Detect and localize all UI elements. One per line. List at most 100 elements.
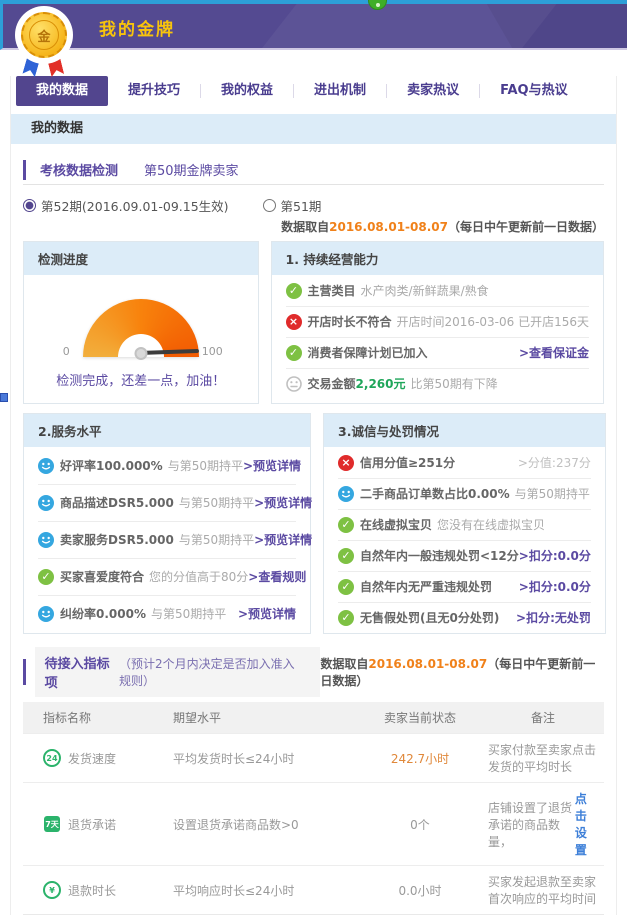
panel-row: 纠纷率0.000% 与第50期持平 >预览详情 — [24, 595, 310, 632]
deduction-points-link[interactable]: >扣分:无处罚 — [516, 609, 591, 626]
metric-expected: 平均发货时长≤24小时 — [173, 743, 368, 774]
tab-my-data[interactable]: 我的数据 — [16, 76, 108, 106]
col-header-expected: 期望水平 — [173, 702, 368, 733]
table-row: 24 发货速度 平均发货时长≤24小时 242.7小时 买家付款至卖家点击发货的… — [23, 733, 604, 782]
panel1-title: 1. 持续经营能力 — [272, 242, 603, 275]
item-label: 主营类目 — [308, 282, 356, 299]
data-source-date: 2016.08.01-08.07 — [329, 220, 448, 234]
panel-row: ✓ 消费者保障计划已加入 >查看保证金 — [272, 337, 603, 368]
view-deposit-link[interactable]: >查看保证金 — [519, 344, 589, 361]
metric-expected: 设置退货承诺商品数>0 — [173, 809, 368, 840]
check-icon: ✓ — [286, 345, 302, 361]
gauge-caption: 检测完成，还差一点，加油！ — [56, 370, 225, 389]
smile-icon — [38, 495, 54, 511]
main-nav-tabs: 我的数据 提升技巧 我的权益 进出机制 卖家热议 FAQ与热议 — [11, 76, 616, 106]
item-label: 自然年内无严重违规处罚 — [360, 578, 492, 595]
metric-current: 0.0小时 — [368, 875, 478, 906]
deduction-points-link[interactable]: >扣分:0.0分 — [519, 578, 591, 595]
gauge: 0 100 检测完成，还差一点，加油！ — [24, 275, 258, 403]
medal-character: 金 — [29, 20, 59, 50]
pending-title-wrap: 待接入指标项 （预计2个月内决定是否加入准入规则） — [35, 647, 321, 697]
item-sub: 与第50期持平 — [515, 485, 590, 502]
item-label: 纠纷率0.000% — [60, 605, 146, 622]
subtab-assessment-check[interactable]: 考核数据检测 — [40, 160, 118, 179]
item-sub: 与第50期持平 — [179, 531, 254, 548]
item-sub: 开店时间2016-03-06 已开店156天 — [397, 313, 589, 330]
panel-row: ✓ 无售假处罚(且无0分处罚) >扣分:无处罚 — [324, 602, 605, 633]
tab-faq[interactable]: FAQ与热议 — [480, 76, 588, 106]
smile-icon — [338, 486, 354, 502]
item-label: 在线虚拟宝贝 — [360, 516, 432, 533]
medal-coin: 金 — [21, 12, 67, 58]
subtab-period-50-sellers[interactable]: 第50期金牌卖家 — [144, 160, 239, 179]
gauge-min-label: 0 — [63, 345, 70, 358]
tab-improve-skills[interactable]: 提升技巧 — [108, 76, 200, 106]
gold-medal-icon: 金 — [15, 6, 73, 80]
click-to-set-link[interactable]: 点击设置 — [575, 790, 598, 858]
cross-icon: × — [286, 314, 302, 330]
panel-row: 好评率100.000% 与第50期持平 >预览详情 — [24, 447, 310, 484]
item-label: 交易金额 — [308, 375, 356, 392]
period-52-radio[interactable] — [23, 199, 36, 212]
preview-detail-link[interactable]: >预览详情 — [254, 531, 312, 548]
col-header-remark: 备注 — [478, 702, 604, 733]
check-icon: ✓ — [286, 283, 302, 299]
metric-current: 0个 — [368, 809, 478, 840]
col-header-current: 卖家当前状态 — [368, 702, 478, 733]
remark-text: 店铺设置了退货承诺的商品数量， — [488, 799, 575, 850]
check-icon: ✓ — [38, 569, 54, 585]
item-sub: 与第50期持平 — [168, 457, 243, 474]
item-sub: 与第50期持平 — [151, 605, 226, 622]
progress-panel-title: 检测进度 — [24, 242, 258, 275]
item-label: 商品描述DSR5.000 — [60, 494, 174, 511]
panels-row-2: 2.服务水平 好评率100.000% 与第50期持平 >预览详情 商品描述 — [23, 413, 604, 634]
content-area: 考核数据检测 第50期金牌卖家 第52期(2016.09.01-09.15生效)… — [11, 155, 616, 915]
shipping-speed-icon: 24 — [43, 749, 61, 767]
progress-panel: 检测进度 0 100 检测完成，还差一点，加油！ — [23, 241, 259, 404]
sub-tabs: 考核数据检测 第50期金牌卖家 — [23, 155, 604, 185]
panel-row: ✓ 自然年内一般违规处罚<12分 >扣分:0.0分 — [324, 540, 605, 571]
item-sub: 您的分值高于80分 — [149, 568, 248, 585]
smile-icon — [38, 458, 54, 474]
panels-row-1: 检测进度 0 100 检测完成，还差一点，加油！ 1. 持续经营能力 — [23, 241, 604, 404]
col-header-metric: 指标名称 — [23, 702, 173, 733]
tab-entry-exit-rules[interactable]: 进出机制 — [294, 76, 386, 106]
pending-note: （预计2个月内决定是否加入准入规则） — [119, 655, 304, 689]
section-title: 我的数据 — [11, 114, 616, 144]
period-52-option[interactable]: 第52期(2016.09.01-09.15生效) — [23, 196, 229, 215]
check-icon: ✓ — [338, 517, 354, 533]
tab-seller-discussion[interactable]: 卖家热议 — [387, 76, 479, 106]
preview-detail-link[interactable]: >预览详情 — [254, 494, 312, 511]
check-icon: ✓ — [338, 579, 354, 595]
check-icon: ✓ — [338, 610, 354, 626]
period-51-radio[interactable] — [263, 199, 276, 212]
section-accent-bar — [23, 659, 26, 685]
app-header: 我的金牌 — [0, 4, 627, 50]
gauge-hub — [134, 347, 147, 360]
metric-current: 242.7小时 — [368, 743, 478, 774]
data-source-date: 2016.08.01-08.07 — [368, 657, 487, 671]
panel-row: × 信用分值≥251分 >分值:237分 — [324, 447, 605, 478]
metric-remark: 买家付款至卖家点击发货的平均时长 — [478, 734, 604, 782]
tab-my-rights[interactable]: 我的权益 — [201, 76, 293, 106]
item-label: 消费者保障计划已加入 — [308, 344, 428, 361]
data-source-note: 数据取自2016.08.01-08.07（每日中午更新前一日数据） — [320, 655, 604, 689]
transaction-amount: 2,260元 — [356, 375, 406, 392]
pending-metrics-table: 指标名称 期望水平 卖家当前状态 备注 24 发货速度 平均发货时长≤24小时 … — [23, 702, 604, 915]
data-source-note: 数据取自2016.08.01-08.07（每日中午更新前一日数据） — [23, 218, 604, 235]
panel-row: 商品描述DSR5.000 与第50期持平 >预览详情 — [24, 484, 310, 521]
preview-detail-link[interactable]: >预览详情 — [238, 605, 296, 622]
period-51-label: 第51期 — [281, 196, 322, 215]
period-52-label: 第52期(2016.09.01-09.15生效) — [41, 196, 229, 215]
preview-detail-link[interactable]: >预览详情 — [243, 457, 301, 474]
panel-sustained-operation: 1. 持续经营能力 ✓ 主营类目 水产肉类/新鲜蔬果/熟食 × 开店时长不符合 … — [271, 241, 604, 404]
page-body: 我的数据 提升技巧 我的权益 进出机制 卖家热议 FAQ与热议 我的数据 考核数… — [10, 76, 617, 915]
view-rules-link[interactable]: >查看规则 — [248, 568, 306, 585]
page-title: 我的金牌 — [99, 15, 175, 40]
deduction-points-link[interactable]: >扣分:0.0分 — [519, 547, 591, 564]
panel-row: ✓ 自然年内无严重违规处罚 >扣分:0.0分 — [324, 571, 605, 602]
period-51-option[interactable]: 第51期 — [263, 196, 322, 215]
refund-duration-icon: ¥ — [43, 881, 61, 899]
item-label: 好评率100.000% — [60, 457, 163, 474]
metric-remark: 买家发起退款至卖家首次响应的平均时间 — [478, 866, 604, 914]
